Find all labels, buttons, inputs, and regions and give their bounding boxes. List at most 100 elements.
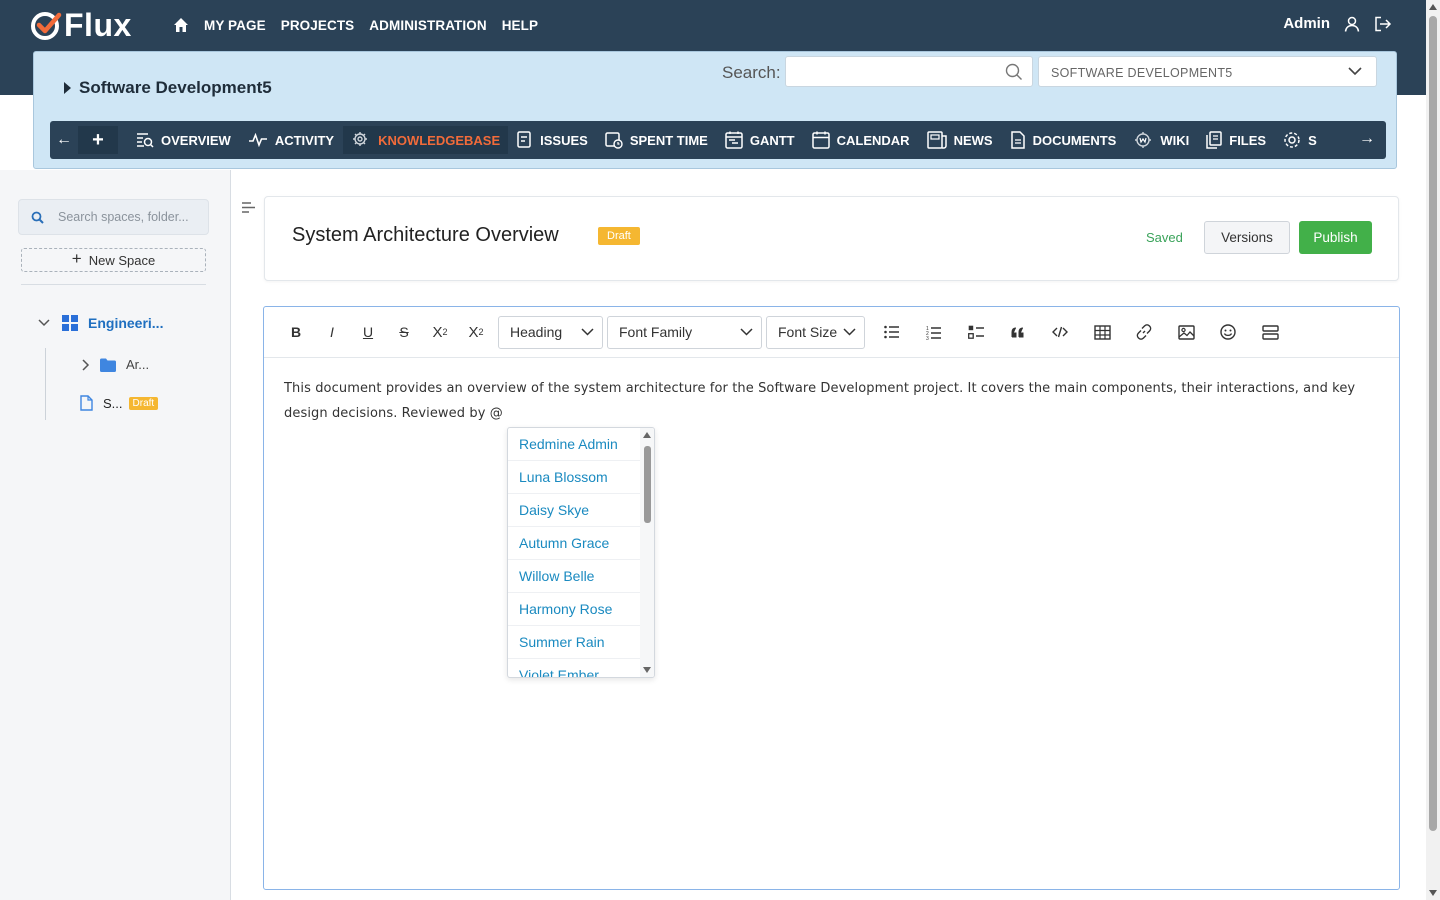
scrollbar-thumb[interactable]	[1429, 16, 1437, 831]
user-name[interactable]: Admin	[1283, 15, 1330, 32]
project-selector[interactable]: SOFTWARE DEVELOPMENT5	[1038, 56, 1377, 87]
tab-label: FILES	[1229, 132, 1267, 148]
logout-icon[interactable]	[1374, 16, 1392, 32]
mention-option[interactable]: Violet Ember	[508, 659, 641, 677]
user-icon[interactable]	[1344, 16, 1360, 32]
mention-scrollbar[interactable]	[640, 428, 654, 677]
subscript-label: X	[468, 323, 479, 341]
page-scrollbar[interactable]	[1426, 0, 1440, 900]
nav-my-page[interactable]: MY PAGE	[204, 18, 266, 33]
chevron-right-icon[interactable]	[82, 358, 90, 371]
emoji-button[interactable]	[1207, 316, 1249, 348]
mention-option[interactable]: Redmine Admin	[508, 428, 641, 461]
mention-option[interactable]: Summer Rain	[508, 626, 641, 659]
logo[interactable]: Flux	[30, 6, 132, 43]
code-icon	[1052, 326, 1068, 338]
nav-projects[interactable]: PROJECTS	[281, 18, 355, 33]
document-icon	[80, 395, 93, 411]
scroll-left-arrow-icon[interactable]: ←	[50, 131, 78, 149]
superscript-button[interactable]: X2	[422, 316, 458, 348]
tab-documents[interactable]: DOCUMENTS	[1002, 126, 1125, 154]
tab-issues[interactable]: ISSUES	[509, 126, 596, 154]
scroll-up-arrow-icon[interactable]	[643, 432, 651, 438]
plus-icon: +	[71, 249, 82, 268]
scroll-up-arrow-icon[interactable]	[1429, 4, 1437, 10]
project-selector-value: SOFTWARE DEVELOPMENT5	[1051, 66, 1233, 80]
tab-gantt[interactable]: GANTT	[717, 126, 803, 154]
heading-select[interactable]: Heading	[498, 315, 603, 349]
font-family-select[interactable]: Font Family	[607, 315, 762, 349]
mention-option[interactable]: Willow Belle	[508, 560, 641, 593]
scrollbar-thumb[interactable]	[644, 446, 651, 523]
nav-administration[interactable]: ADMINISTRATION	[369, 18, 486, 33]
logo-text: Flux	[64, 6, 132, 43]
strikethrough-button[interactable]: S	[386, 316, 422, 348]
italic-button[interactable]: I	[314, 316, 350, 348]
search-icon[interactable]	[1005, 63, 1023, 81]
tab-activity[interactable]: ACTIVITY	[240, 126, 342, 154]
space-name: Engineeri...	[88, 315, 164, 331]
tab-wiki[interactable]: WIKI	[1125, 126, 1197, 154]
tree-document[interactable]: S... Draft	[80, 395, 159, 411]
tab-spent-time[interactable]: SPENT TIME	[597, 126, 716, 154]
tab-calendar[interactable]: CALENDAR	[804, 126, 918, 154]
mention-option[interactable]: Luna Blossom	[508, 461, 641, 494]
mention-option[interactable]: Daisy Skye	[508, 494, 641, 527]
tree-space-engineering[interactable]: Engineeri...	[38, 315, 163, 331]
tree-folder[interactable]: Ar...	[82, 357, 149, 372]
editor-content[interactable]: This document provides an overview of th…	[284, 376, 1384, 426]
document-title[interactable]: System Architecture Overview	[292, 224, 559, 247]
document-name: S...	[103, 395, 123, 411]
calendar-icon	[811, 131, 830, 149]
subscript-button[interactable]: X2	[458, 316, 494, 348]
tab-files[interactable]: FILES	[1198, 126, 1274, 154]
bold-button[interactable]: B	[278, 316, 314, 348]
scroll-down-arrow-icon[interactable]	[1429, 890, 1437, 896]
new-space-button[interactable]: + New Space	[21, 248, 206, 272]
blockquote-button[interactable]	[997, 316, 1039, 348]
logo-check-icon	[31, 12, 62, 40]
chevron-down-icon[interactable]	[38, 319, 50, 327]
tab-news[interactable]: NEWS	[919, 126, 1001, 154]
bullet-list-button[interactable]	[871, 316, 913, 348]
top-nav: MY PAGE PROJECTS ADMINISTRATION HELP	[172, 16, 553, 34]
mention-dropdown: Redmine Admin Luna Blossom Daisy Skye Au…	[507, 427, 655, 678]
sidebar-search-input[interactable]: Search spaces, folder...	[18, 199, 209, 235]
image-button[interactable]	[1165, 316, 1207, 348]
project-tab-bar: ← + OVERVIEW ACTIVITY KNOWLEDGEBASE ISSU…	[50, 121, 1386, 159]
collapse-sidebar-icon[interactable]	[241, 201, 256, 214]
italic-label: I	[330, 324, 334, 340]
project-title[interactable]: Software Development5	[64, 78, 272, 98]
page-break-button[interactable]	[1249, 316, 1291, 348]
tab-overview[interactable]: OVERVIEW	[128, 126, 239, 154]
draft-badge: Draft	[598, 227, 640, 245]
tab-label: NEWS	[953, 132, 993, 148]
bullet-list-icon	[884, 325, 899, 339]
versions-button[interactable]: Versions	[1204, 221, 1290, 254]
page-break-icon	[1261, 324, 1279, 340]
mention-option[interactable]: Autumn Grace	[508, 527, 641, 560]
tab-label: GANTT	[749, 132, 795, 148]
expand-triangle-icon[interactable]	[64, 82, 71, 94]
home-icon[interactable]	[172, 16, 190, 34]
document-header: System Architecture Overview Draft Saved…	[264, 196, 1399, 281]
table-button[interactable]	[1081, 316, 1123, 348]
tab-label: ISSUES	[540, 132, 588, 148]
code-button[interactable]	[1039, 316, 1081, 348]
publish-button[interactable]: Publish	[1299, 221, 1372, 254]
numbered-list-button[interactable]: 123	[913, 316, 955, 348]
nav-help[interactable]: HELP	[502, 18, 538, 33]
scroll-right-arrow-icon[interactable]: →	[1354, 130, 1380, 148]
search-input[interactable]	[785, 56, 1033, 87]
knowledgebase-sidebar: Search spaces, folder... + New Space Eng…	[0, 170, 231, 900]
link-button[interactable]	[1123, 316, 1165, 348]
mention-option[interactable]: Harmony Rose	[508, 593, 641, 626]
font-size-select[interactable]: Font Size	[766, 315, 865, 349]
save-status: Saved	[1146, 230, 1183, 245]
checklist-button[interactable]	[955, 316, 997, 348]
new-item-button[interactable]: +	[78, 126, 118, 154]
tab-knowledgebase[interactable]: KNOWLEDGEBASE	[343, 126, 509, 154]
tab-settings[interactable]: S	[1275, 126, 1325, 154]
scroll-down-arrow-icon[interactable]	[643, 667, 651, 673]
underline-button[interactable]: U	[350, 316, 386, 348]
